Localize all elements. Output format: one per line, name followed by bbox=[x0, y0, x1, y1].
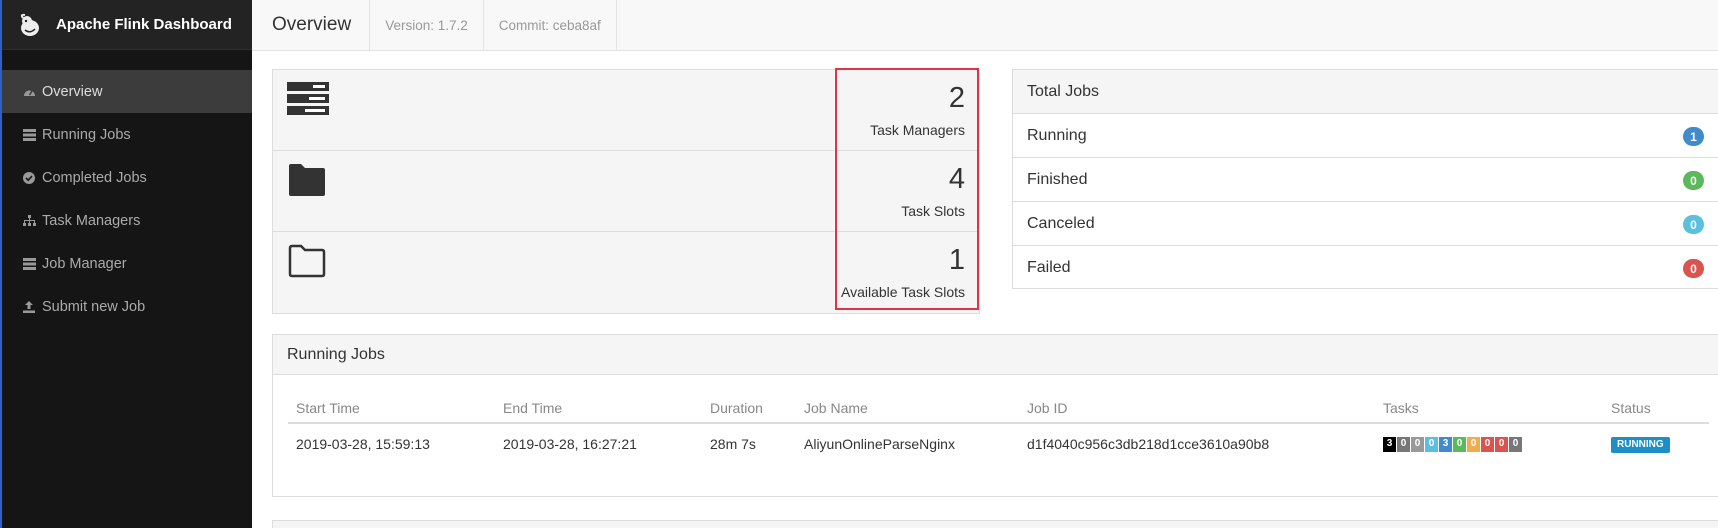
total-jobs-canceled[interactable]: Canceled 0 bbox=[1013, 202, 1718, 246]
highlight-box bbox=[835, 68, 979, 310]
running-jobs-title: Running Jobs bbox=[273, 335, 1718, 375]
column-header[interactable]: Status bbox=[1611, 392, 1651, 424]
dashboard-icon bbox=[20, 85, 38, 99]
column-header[interactable]: Job Name bbox=[804, 392, 868, 424]
server-stack-icon bbox=[287, 82, 329, 121]
count-badge: 0 bbox=[1683, 215, 1704, 234]
upload-icon bbox=[20, 300, 38, 314]
page-title: Overview bbox=[252, 0, 371, 50]
sidebar-item-label: Task Managers bbox=[42, 212, 141, 229]
total-jobs-finished[interactable]: Finished 0 bbox=[1013, 158, 1718, 202]
start-time: 2019-03-28, 15:59:13 bbox=[296, 436, 430, 452]
count-badge: 0 bbox=[1683, 171, 1704, 190]
total-jobs-running[interactable]: Running 1 bbox=[1013, 114, 1718, 158]
sidebar-item-label: Completed Jobs bbox=[42, 169, 147, 186]
column-header[interactable]: End Time bbox=[503, 392, 562, 424]
job-id: d1f4040c956c3db218d1cce3610a90b8 bbox=[1027, 436, 1270, 452]
sidebar-item-label: Running Jobs bbox=[42, 126, 131, 143]
task-count-chip: 3 bbox=[1439, 436, 1452, 452]
sitemap-icon bbox=[20, 214, 38, 228]
task-count-chip: 0 bbox=[1411, 436, 1424, 452]
column-header[interactable]: Job ID bbox=[1027, 392, 1067, 424]
tasks-icon bbox=[20, 128, 38, 142]
total-jobs-panel: Total Jobs Running 1 Finished 0 Canceled… bbox=[1012, 69, 1718, 289]
job-name[interactable]: AliyunOnlineParseNginx bbox=[804, 426, 955, 462]
task-count-chip: 0 bbox=[1425, 436, 1438, 452]
total-jobs-title: Total Jobs bbox=[1013, 70, 1718, 114]
total-jobs-label: Running bbox=[1027, 126, 1087, 144]
folder-icon bbox=[287, 163, 327, 202]
table-row[interactable]: 2019-03-28, 15:59:13 2019-03-28, 16:27:2… bbox=[288, 426, 1709, 464]
total-jobs-label: Failed bbox=[1027, 259, 1071, 276]
folder-open-icon bbox=[287, 244, 327, 283]
sidebar-item-label: Submit new Job bbox=[42, 298, 146, 315]
job-status: RUNNING bbox=[1611, 426, 1670, 462]
app-title: Apache Flink Dashboard bbox=[56, 16, 232, 33]
column-header[interactable]: Tasks bbox=[1383, 392, 1419, 424]
task-count-chip: 0 bbox=[1453, 436, 1466, 452]
next-panel bbox=[272, 520, 1718, 528]
sidebar-item-label: Overview bbox=[42, 83, 103, 100]
table-header: Start Time End Time Duration Job Name Jo… bbox=[288, 392, 1709, 424]
version-label: Version: 1.7.2 bbox=[370, 0, 484, 50]
sidebar-nav: Overview Running Jobs Completed Jobs Tas… bbox=[2, 70, 252, 328]
count-badge: 0 bbox=[1683, 259, 1704, 278]
server-icon bbox=[20, 257, 38, 271]
sidebar: Apache Flink Dashboard Overview Running … bbox=[0, 0, 252, 528]
running-jobs-panel: Running Jobs Start Time End Time Duratio… bbox=[272, 334, 1718, 497]
status-badge: RUNNING bbox=[1611, 437, 1670, 454]
sidebar-item-completed-jobs[interactable]: Completed Jobs bbox=[2, 156, 252, 199]
count-badge: 1 bbox=[1683, 127, 1704, 146]
total-jobs-label: Finished bbox=[1027, 170, 1088, 188]
check-circle-icon bbox=[20, 171, 38, 185]
task-count-chip: 0 bbox=[1495, 436, 1508, 452]
commit-label: Commit: ceba8af bbox=[484, 0, 617, 50]
total-jobs-failed[interactable]: Failed 0 bbox=[1013, 246, 1718, 290]
sidebar-item-label: Job Manager bbox=[42, 255, 127, 272]
flink-logo-icon bbox=[16, 11, 44, 39]
task-count-chip: 0 bbox=[1481, 436, 1494, 452]
sidebar-item-running-jobs[interactable]: Running Jobs bbox=[2, 113, 252, 156]
total-jobs-label: Canceled bbox=[1027, 214, 1095, 232]
brand[interactable]: Apache Flink Dashboard bbox=[2, 0, 252, 50]
task-counts: 3000300000 bbox=[1383, 426, 1523, 462]
sidebar-item-submit-new-job[interactable]: Submit new Job bbox=[2, 285, 252, 328]
column-header[interactable]: Start Time bbox=[296, 392, 360, 424]
sidebar-item-job-manager[interactable]: Job Manager bbox=[2, 242, 252, 285]
duration: 28m 7s bbox=[710, 436, 756, 452]
task-count-chip: 0 bbox=[1397, 436, 1410, 452]
task-count-chip: 3 bbox=[1383, 436, 1396, 452]
end-time: 2019-03-28, 16:27:21 bbox=[503, 436, 637, 452]
sidebar-item-overview[interactable]: Overview bbox=[2, 70, 252, 113]
task-count-chip: 0 bbox=[1467, 436, 1480, 452]
task-count-chip: 0 bbox=[1509, 436, 1522, 452]
column-header[interactable]: Duration bbox=[710, 392, 763, 424]
sidebar-item-task-managers[interactable]: Task Managers bbox=[2, 199, 252, 242]
top-bar: Overview Version: 1.7.2 Commit: ceba8af bbox=[252, 0, 1718, 51]
